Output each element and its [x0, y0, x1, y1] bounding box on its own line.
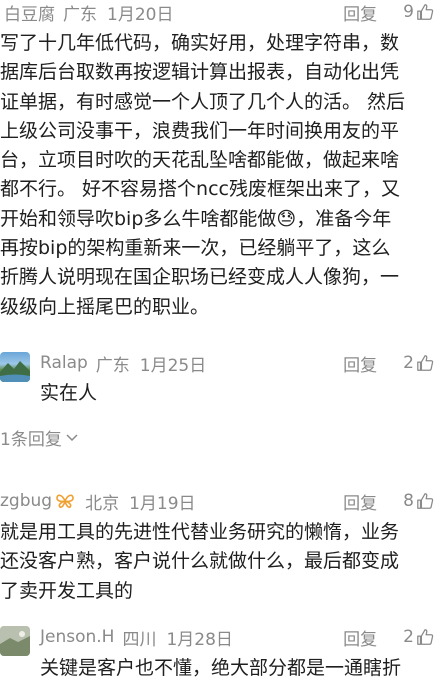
date: 1月25日: [139, 355, 207, 376]
comment-2-meta: zgbug 北京 1月19日 回复 8: [0, 488, 434, 514]
avatar-photo-icon: [0, 626, 30, 656]
like-count: 9: [403, 2, 414, 22]
sub-reply-2-text: 关键是客户也不懂，绝大部分都是一通瞎折: [40, 657, 402, 679]
text-line: 证单据，有时感觉一个人顶了几个人的活。 然后: [0, 90, 406, 113]
like-button[interactable]: 2: [403, 627, 434, 647]
username[interactable]: Ralap: [40, 353, 88, 373]
location: 广东: [63, 4, 97, 25]
text-line: 上级公司没事干，浪费我们一年时间换用友的平: [0, 119, 400, 142]
thumbs-up-icon: [417, 355, 434, 371]
date: 1月28日: [166, 629, 233, 650]
location: 四川: [122, 629, 157, 650]
like-count: 2: [403, 353, 414, 373]
avatar[interactable]: [0, 352, 30, 382]
text-line: 台，立项目时吹的天花乱坠啥都能做，做起来啥: [0, 149, 400, 172]
date: 1月20日: [107, 4, 174, 25]
text-line: 写了十几年低代码，确实好用，处理字符串，数: [0, 32, 400, 54]
thumbs-up-icon: [417, 493, 434, 509]
sub-reply-1-text: 实在人: [40, 382, 98, 404]
reply-button[interactable]: 回复: [343, 351, 377, 376]
reply-count-label: 1条回复: [0, 429, 62, 450]
chevron-down-icon: [66, 434, 78, 442]
like-button[interactable]: 9: [403, 2, 434, 22]
thumbs-up-icon: [417, 4, 434, 20]
like-count: 2: [403, 627, 414, 647]
comment-2-text: 就是用工具的先进性代替业务研究的懒惰，业务 还没客户熟，客户说什么就做什么，最后…: [0, 518, 438, 606]
text-line: 就是用工具的先进性代替业务研究的懒惰，业务: [0, 521, 400, 543]
like-button[interactable]: 2: [403, 353, 434, 373]
date: 1月19日: [129, 493, 196, 514]
text-line: 开始和领导吹bip多么牛啥都能做😓，准备今年: [0, 207, 392, 230]
comment-1-meta: 白豆腐 广东 1月20日 回复 9: [4, 0, 434, 25]
reply-button[interactable]: 回复: [343, 625, 377, 650]
location: 广东: [95, 355, 130, 376]
sub-reply-1-meta: Ralap 广东 1月25日 回复 2: [40, 350, 434, 376]
text-line: 了卖开发工具的: [0, 579, 134, 602]
avatar[interactable]: [0, 626, 30, 656]
butterfly-badge-icon: [56, 494, 74, 508]
reply-button[interactable]: 回复: [343, 489, 377, 514]
like-count: 8: [403, 491, 414, 511]
text-line: 还没客户熟，客户说什么就做什么，最后都变成: [0, 550, 400, 573]
like-button[interactable]: 8: [403, 491, 434, 511]
username[interactable]: zgbug: [0, 491, 52, 511]
reply-button[interactable]: 回复: [343, 0, 377, 25]
comment-1-text: 写了十几年低代码，确实好用，处理字符串，数 据库后台取数再按逻辑计算出报表，自动…: [0, 29, 438, 322]
text-line: 级级向上摇尾巴的职业。: [0, 295, 210, 318]
sub-reply-2-meta: Jenson.H 四川 1月28日 回复 2: [40, 624, 434, 650]
username[interactable]: Jenson.H: [40, 627, 114, 647]
username[interactable]: 白豆腐: [4, 0, 55, 25]
text-line: 再按bip的架构重新来一次，已经躺平了，这么: [0, 237, 391, 260]
avatar-landscape-icon: [0, 361, 30, 382]
text-line: 折腾人说明现在国企职场已经变成人人像狗，一: [0, 266, 400, 289]
location: 北京: [85, 493, 120, 514]
text-line: 据库后台取数再按逻辑计算出报表，自动化出凭: [0, 61, 400, 84]
text-line: 都不行。 好不容易搭个ncc残废框架出来了，又: [0, 178, 400, 201]
thumbs-up-icon: [417, 629, 434, 645]
expand-replies-button[interactable]: 1条回复: [0, 424, 79, 450]
